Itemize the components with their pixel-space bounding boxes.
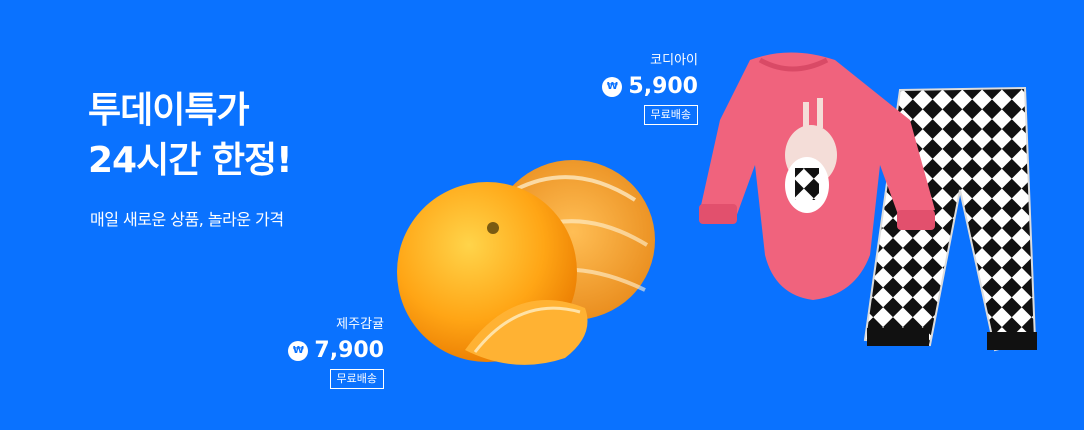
- baby-free-shipping-badge: 무료배송: [643, 105, 698, 125]
- baby-clothes-image[interactable]: [695, 40, 1045, 370]
- today-deal-banner[interactable]: 투데이특가 24시간 한정! 매일 새로운 상품, 놀라운 가격 코디아이 ₩ …: [0, 0, 1084, 430]
- orange-product-name: 제주감귤: [336, 317, 384, 332]
- baby-price-block[interactable]: 코디아이 ₩ 5,900 무료배송: [538, 49, 698, 125]
- orange-price: 7,900: [314, 338, 384, 363]
- headline: 투데이특가 24시간 한정!: [88, 86, 293, 186]
- orange-free-shipping-badge: 무료배송: [329, 369, 384, 389]
- baby-product-name: 코디아이: [650, 53, 698, 68]
- headline-line-2: 24시간 한정!: [88, 140, 293, 181]
- orange-price-block[interactable]: 제주감귤 ₩ 7,900 무료배송: [224, 313, 384, 389]
- won-icon: ₩: [288, 340, 309, 361]
- headline-line-1: 투데이특가: [88, 90, 250, 131]
- baby-price: 5,900: [628, 74, 698, 99]
- tangerine-image[interactable]: [395, 160, 665, 375]
- won-icon: ₩: [602, 76, 623, 97]
- subtitle: 매일 새로운 상품, 놀라운 가격: [90, 210, 284, 229]
